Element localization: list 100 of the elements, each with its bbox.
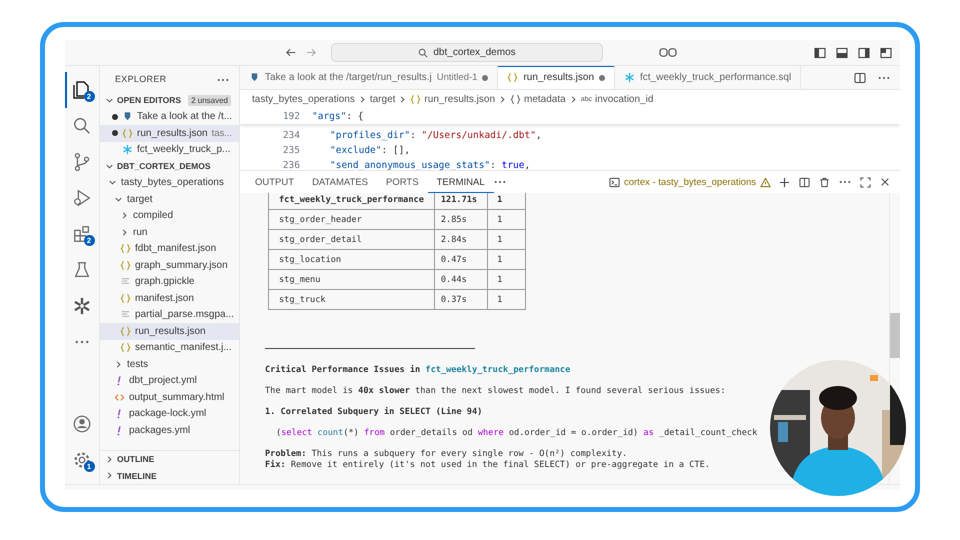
layout-sidebar-icon[interactable] [814, 46, 826, 58]
section-title[interactable]: OPEN EDITORS [117, 95, 182, 106]
trash-icon[interactable] [819, 176, 830, 188]
table-cell: 2.85s [434, 210, 488, 230]
more-icon[interactable] [839, 180, 851, 184]
table-cell: 1 [488, 230, 526, 250]
breadcrumb-item[interactable]: target [370, 94, 396, 105]
account-icon [72, 414, 92, 434]
line-number: 192 [282, 111, 300, 122]
panel-tab[interactable]: OUTPUT [246, 171, 304, 193]
note-text: Fix: Remove it entirely (it's not used in the final SELECT) or pre-aggregate in a CTE. [265, 460, 711, 471]
chevron-icon[interactable] [120, 211, 129, 220]
breadcrumb-item[interactable]: invocation_id [595, 94, 654, 105]
chevron-icon[interactable] [105, 471, 114, 480]
more-icon[interactable] [494, 180, 506, 184]
braces-icon [120, 326, 131, 337]
file-name: Take a look at the /t... [137, 111, 232, 122]
extensions-icon [72, 224, 92, 244]
tree-item[interactable]: graph_summary.json [100, 257, 239, 274]
open-editor-item[interactable]: fct_weekly_truck_p... [100, 142, 239, 158]
more-icon[interactable] [878, 76, 890, 80]
file-name: target [127, 194, 153, 205]
chevron-icon[interactable] [105, 454, 114, 464]
file-name: run [133, 226, 148, 238]
tree-item[interactable]: dbt_project.yml [100, 372, 239, 389]
breadcrumb-item[interactable]: tasty_bytes_operations [252, 94, 355, 105]
file-name: semantic_manifest.j... [135, 342, 232, 354]
search-icon [418, 48, 428, 58]
file-name: tests [127, 358, 148, 370]
tree-item[interactable]: graph.gpickle [100, 274, 239, 290]
chevron-icon[interactable] [120, 228, 129, 237]
snowflake-icon [624, 72, 636, 83]
code-line: "profiles_dir": "/Users/unkadi/.dbt", [329, 130, 542, 141]
tree-item[interactable]: semantic_manifest.j... [100, 340, 239, 356]
table-cell: fct_weekly_truck_performance [268, 193, 434, 210]
tree-item[interactable]: run_results.json [100, 323, 239, 340]
tree-item[interactable]: tests [100, 356, 239, 372]
file-name: tasty_bytes_operations [121, 177, 224, 188]
section-title[interactable]: DBT_CORTEX_DEMOS [117, 161, 211, 172]
editor-tab[interactable]: fct_weekly_truck_performance.sql [615, 66, 802, 89]
braces-icon [120, 260, 131, 271]
editor-tab[interactable]: run_results.json [498, 66, 616, 89]
file-name: fdbt_manifest.json [135, 243, 216, 254]
braces-icon [120, 243, 131, 254]
split-editor-icon[interactable] [854, 72, 866, 84]
panel-tab[interactable]: PORTS [377, 171, 428, 193]
layout-grid-icon[interactable] [880, 46, 892, 58]
file-path: tas... [212, 128, 232, 139]
chevron-icon[interactable] [398, 95, 408, 104]
table-cell: stg_order_detail [268, 230, 434, 250]
settings-icon [72, 450, 92, 470]
snowflake-icon [122, 144, 133, 156]
snowflake-icon [72, 296, 92, 316]
table-cell: stg_location [268, 250, 434, 270]
section-title[interactable]: OUTLINE [117, 454, 154, 464]
scrollbar-thumb[interactable] [890, 313, 900, 358]
table-cell: stg_truck [268, 290, 434, 310]
tree-item[interactable]: compiled [100, 208, 239, 224]
more-icon [73, 339, 91, 345]
tree-item[interactable]: output_summary.html [100, 389, 239, 406]
chevron-icon[interactable] [498, 95, 508, 104]
tree-item[interactable]: run [100, 224, 239, 240]
breadcrumb-item[interactable]: metadata [524, 94, 566, 105]
back-icon[interactable] [285, 47, 296, 58]
warning-icon [760, 176, 771, 188]
file-name: compiled [133, 210, 174, 222]
more-icon[interactable] [217, 78, 229, 82]
open-editor-item[interactable]: Take a look at the /t... [100, 108, 239, 125]
tree-item[interactable]: partial_parse.msgpa... [100, 306, 239, 323]
panel-tab[interactable]: TERMINAL [428, 171, 494, 193]
tree-item[interactable]: package-lock.yml [100, 406, 239, 422]
maximize-icon[interactable] [860, 176, 871, 188]
tree-item[interactable]: manifest.json [100, 290, 239, 306]
chevron-icon[interactable] [114, 360, 123, 369]
file-name: output_summary.html [129, 392, 224, 403]
braces-icon [120, 342, 131, 354]
breadcrumb-item[interactable]: run_results.json [424, 94, 496, 105]
file-name: manifest.json [135, 292, 194, 304]
tree-item[interactable]: packages.yml [100, 422, 239, 438]
close-icon[interactable] [880, 177, 890, 187]
section-title[interactable]: TIMELINE [117, 470, 157, 481]
tree-item[interactable]: target [100, 191, 239, 208]
table-cell: 0.47s [434, 250, 488, 270]
source-control-icon [72, 152, 92, 172]
layout-right-icon[interactable] [858, 46, 870, 58]
table-cell: 1 [488, 193, 526, 210]
layout-panel-icon[interactable] [836, 46, 848, 58]
unsaved-badge: 2 unsaved [188, 94, 231, 106]
terminal-selector[interactable]: cortex - tasty_bytes_operations [608, 176, 771, 188]
split-terminal-icon[interactable] [799, 176, 810, 188]
tree-item[interactable]: tasty_bytes_operations [100, 174, 239, 191]
code-line: (select count(*) from order_details od where od.order_id = o.order_id) as _detail_count_check [275, 427, 758, 440]
chevron-icon[interactable] [108, 178, 117, 188]
tree-item[interactable]: fdbt_manifest.json [100, 240, 239, 257]
braces-icon [510, 94, 522, 105]
file-name: package-lock.yml [129, 408, 206, 420]
panel-tab[interactable]: DATAMATES [303, 171, 378, 193]
add-icon[interactable] [779, 176, 790, 188]
search-field[interactable]: dbt_cortex_demos [331, 43, 603, 62]
open-editor-item[interactable]: run_results.json tas... [100, 125, 239, 142]
